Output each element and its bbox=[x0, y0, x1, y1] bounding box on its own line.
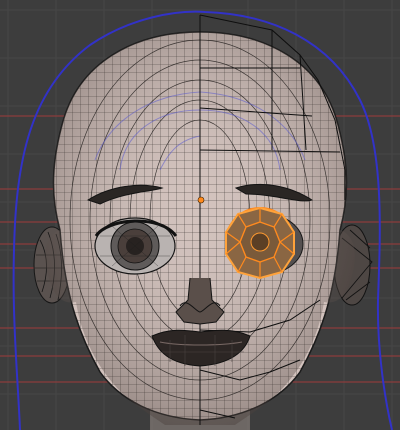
origin-dot-icon[interactable] bbox=[197, 196, 205, 204]
viewport-canvas[interactable] bbox=[0, 0, 400, 430]
3d-viewport[interactable] bbox=[0, 0, 400, 430]
left-eye[interactable] bbox=[94, 217, 178, 275]
